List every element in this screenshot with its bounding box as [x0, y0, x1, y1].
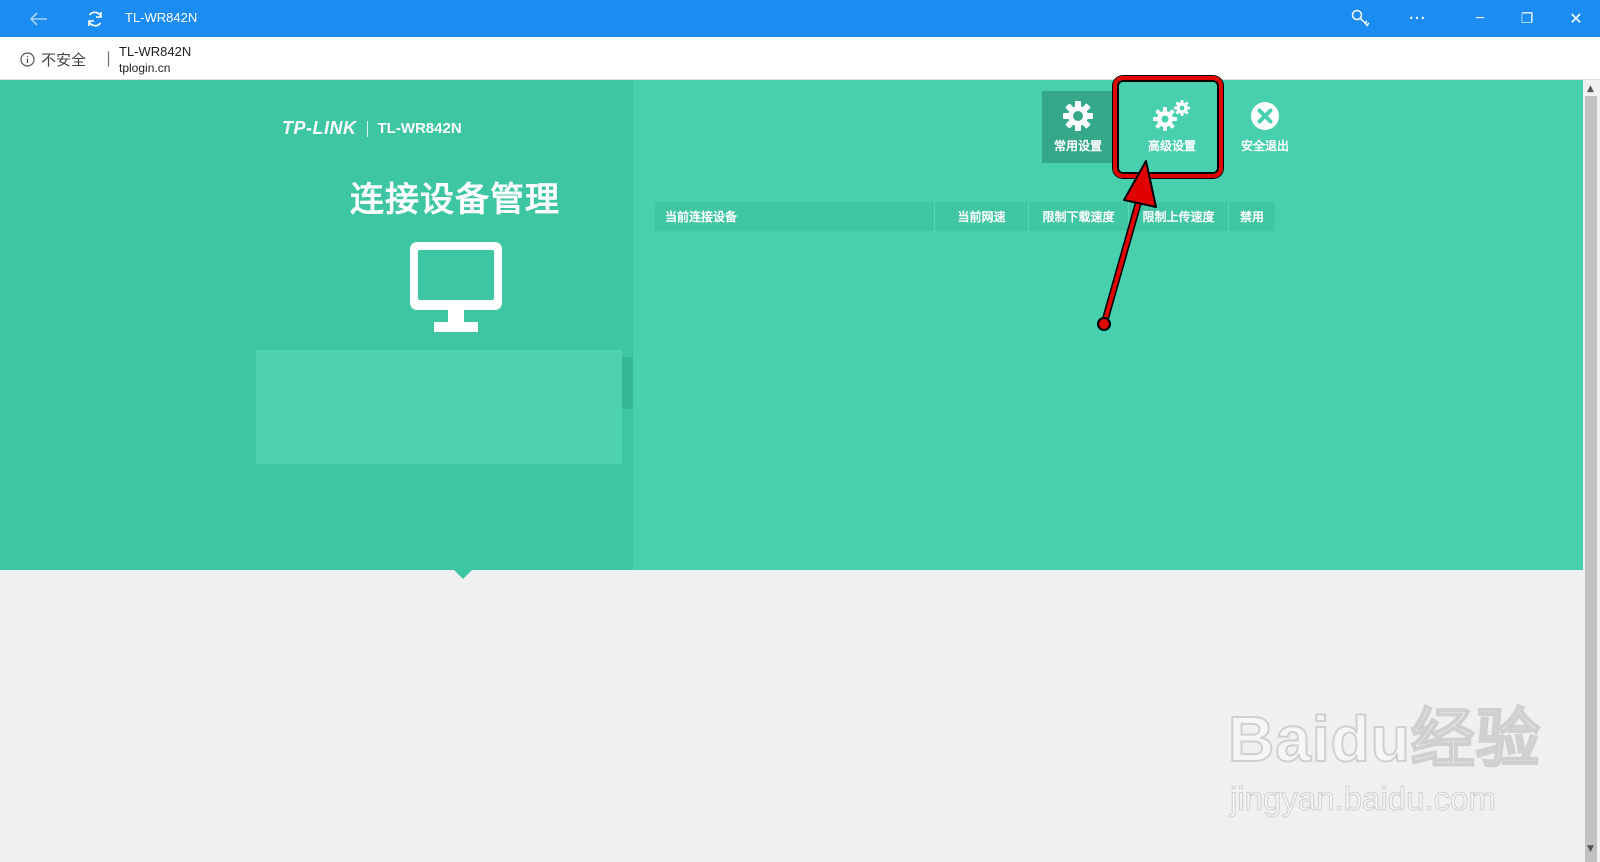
restore-button[interactable]: ❐	[1512, 0, 1542, 37]
baidu-watermark: Baidu经验 jingyan.baidu.com	[1227, 688, 1541, 818]
insecure-label: 不安全	[41, 51, 87, 69]
scroll-down-icon[interactable]: ▼	[1587, 844, 1594, 854]
address-separator: |	[106, 49, 112, 67]
tplink-logo: TP-LINK TL-WR842N	[282, 118, 462, 139]
scrollbar-thumb[interactable]	[1585, 96, 1597, 862]
minimize-button[interactable]: ─	[1465, 0, 1495, 37]
panel-collapse-tab[interactable]	[622, 357, 633, 409]
page-heading: 连接设备管理	[350, 180, 560, 220]
column-header-device: 当前连接设备	[655, 202, 935, 231]
annotation-arrow	[1097, 160, 1157, 331]
watermark-url: jingyan.baidu.com	[1230, 780, 1497, 818]
brand-name: TP-LINK	[282, 118, 357, 138]
device-info-box	[256, 350, 622, 464]
router-model: TL-WR842N	[377, 120, 462, 137]
key-button[interactable]	[1346, 0, 1376, 37]
column-header-speed: 当前网速	[935, 202, 1029, 231]
security-indicator[interactable]: 不安全	[20, 49, 86, 70]
close-circle-icon	[1251, 102, 1279, 130]
more-button[interactable]: ···	[1402, 0, 1432, 37]
common-settings-button[interactable]: 常用设置	[1042, 91, 1114, 163]
vertical-scrollbar[interactable]: ▲ ▼	[1583, 80, 1600, 862]
section-pointer	[453, 569, 473, 579]
back-button[interactable]	[24, 0, 54, 37]
close-button[interactable]: ✕	[1561, 0, 1591, 37]
logout-button[interactable]: 安全退出	[1229, 91, 1301, 163]
monitor-icon	[408, 240, 504, 342]
address-page-title: TL-WR842N	[119, 44, 192, 59]
window-title: TL-WR842N	[125, 10, 198, 25]
logo-divider	[366, 120, 368, 137]
device-table-header: 当前连接设备 当前网速 限制下载速度 限制上传速度 禁用	[655, 202, 1275, 231]
refresh-button[interactable]	[80, 0, 110, 37]
arrow-left-icon	[30, 11, 47, 26]
column-header-disable: 禁用	[1239, 210, 1264, 224]
info-icon	[20, 52, 35, 67]
logout-label: 安全退出	[1240, 139, 1289, 153]
watermark-main: Baidu经验	[1227, 702, 1541, 776]
refresh-icon	[88, 11, 102, 26]
left-panel	[0, 80, 633, 570]
browser-titlebar: TL-WR842N ··· ─ ❐ ✕	[0, 0, 1600, 37]
scroll-up-icon[interactable]: ▲	[1587, 84, 1594, 94]
key-icon	[1351, 9, 1370, 27]
address-url[interactable]: tplogin.cn	[119, 61, 170, 75]
common-settings-label: 常用设置	[1053, 139, 1102, 153]
gear-icon	[1063, 101, 1093, 131]
address-bar[interactable]: 不安全 | TL-WR842N tplogin.cn	[0, 37, 1600, 80]
